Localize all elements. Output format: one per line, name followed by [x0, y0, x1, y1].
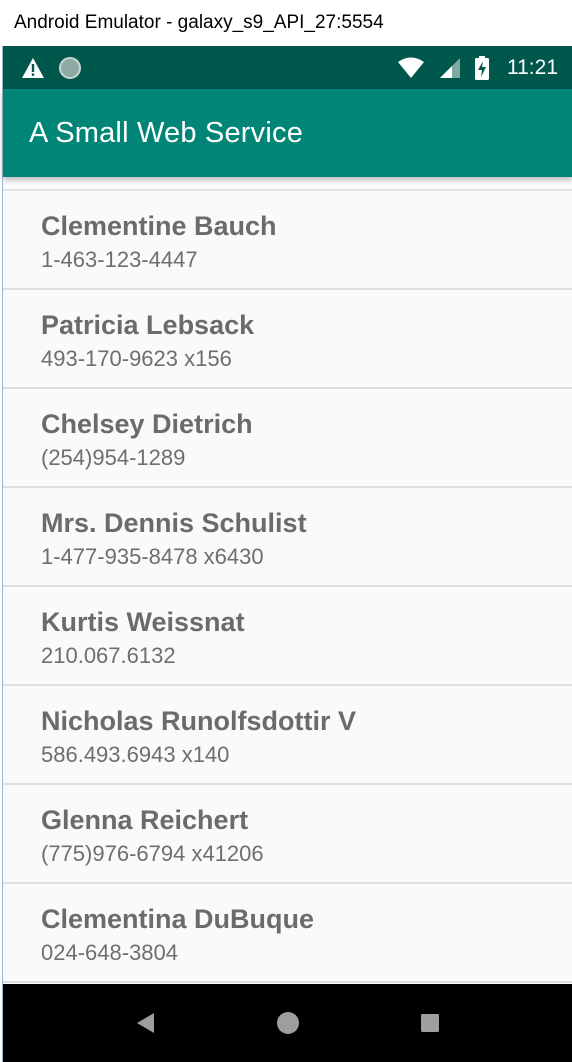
list-item[interactable]: Nicholas Runolfsdottir V 586.493.6943 x1…: [3, 686, 572, 785]
contact-phone: 1-463-123-4447: [41, 247, 198, 272]
device-screen: 11:21 A Small Web Service Clementine Bau…: [2, 46, 572, 1062]
contact-name: Clementine Bauch: [41, 211, 277, 241]
contact-phone: 024-648-3804: [41, 940, 179, 965]
list-item[interactable]: Mrs. Dennis Schulist 1-477-935-8478 x643…: [3, 488, 572, 587]
signal-icon: [440, 57, 460, 78]
recents-button[interactable]: [359, 984, 501, 1062]
status-clock: 11:21: [507, 55, 558, 79]
list-item[interactable]: Clementina DuBuque 024-648-3804: [3, 884, 572, 983]
contact-name: Kurtis Weissnat: [41, 607, 245, 637]
list-item[interactable]: Kurtis Weissnat 210.067.6132: [3, 587, 572, 686]
list-item[interactable]: Patricia Lebsack 493-170-9623 x156: [3, 290, 572, 389]
wifi-icon: [398, 57, 424, 78]
contact-phone: (254)954-1289: [41, 445, 186, 470]
battery-charging-icon: [475, 55, 489, 80]
contact-name: Clementina DuBuque: [41, 904, 315, 934]
recents-icon: [420, 1014, 439, 1032]
home-button[interactable]: [217, 984, 359, 1062]
status-left-icons: [21, 56, 81, 79]
status-bar: 11:21: [3, 46, 572, 89]
contact-phone: (775)976-6794 x41206: [41, 841, 264, 866]
list-item[interactable]: Chelsey Dietrich (254)954-1289: [3, 389, 572, 488]
list-divider: [3, 177, 572, 191]
contact-phone: 493-170-9623 x156: [41, 346, 232, 371]
contact-list[interactable]: Clementine Bauch 1-463-123-4447 Patricia…: [3, 177, 572, 984]
back-icon: [136, 1013, 154, 1033]
contact-name: Mrs. Dennis Schulist: [41, 508, 307, 538]
circle-icon: [59, 56, 81, 79]
contact-name: Nicholas Runolfsdottir V: [41, 706, 357, 736]
warning-icon: [22, 57, 44, 78]
list-item[interactable]: Glenna Reichert (775)976-6794 x41206: [3, 785, 572, 884]
app-bar: A Small Web Service: [3, 89, 572, 177]
back-button[interactable]: [75, 984, 217, 1062]
list-item[interactable]: Clementine Bauch 1-463-123-4447: [3, 191, 572, 290]
contact-phone: 586.493.6943 x140: [41, 742, 230, 767]
emulator-window-title: Android Emulator - galaxy_s9_API_27:5554: [0, 0, 572, 46]
contact-name: Glenna Reichert: [41, 805, 249, 835]
contact-name: Patricia Lebsack: [41, 310, 255, 340]
home-icon: [276, 1012, 299, 1034]
contact-phone: 1-477-935-8478 x6430: [41, 544, 264, 569]
app-title: A Small Web Service: [29, 116, 304, 149]
status-right-icons: 11:21: [397, 55, 558, 80]
contact-phone: 210.067.6132: [41, 643, 176, 668]
navigation-bar: [3, 984, 572, 1062]
contact-name: Chelsey Dietrich: [41, 409, 253, 439]
